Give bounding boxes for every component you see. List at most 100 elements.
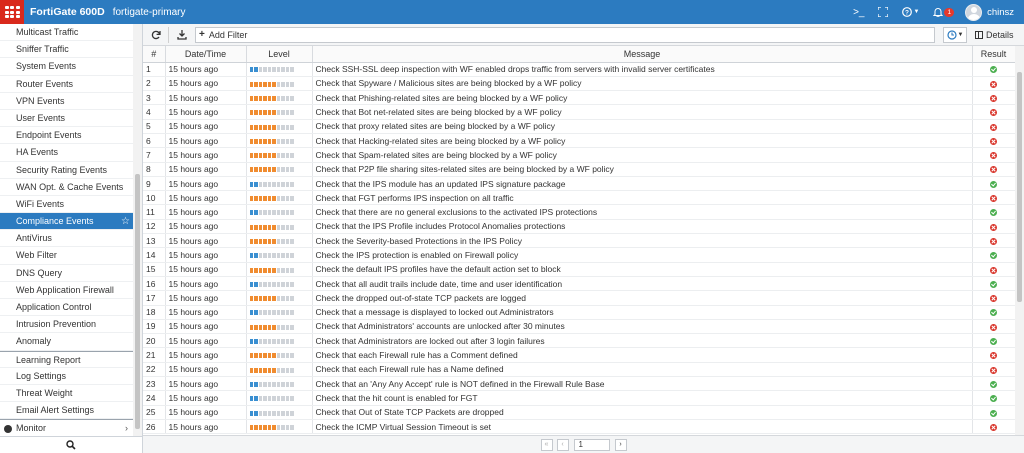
search-icon	[66, 440, 76, 450]
row-level	[246, 376, 313, 392]
table-row[interactable]: 11 15 hours ago Check that there are no ge…	[143, 204, 1015, 220]
row-number: 17	[143, 290, 166, 306]
sidebar-item-sniffer-traffic[interactable]: Sniffer Traffic	[0, 41, 133, 59]
previous-page-button[interactable]: ‹	[556, 438, 569, 451]
sidebar-item-ha-events[interactable]: HA Events	[0, 144, 133, 162]
fullscreen-icon[interactable]	[878, 7, 889, 17]
time-range-dropdown[interactable]: ▼	[943, 26, 967, 43]
table-row[interactable]: 26 15 hours ago Check the ICMP Virtual Ses…	[143, 419, 1015, 435]
download-button[interactable]	[173, 27, 191, 43]
sidebar-item-security-rating-events[interactable]: Security Rating Events	[0, 162, 133, 179]
table-row[interactable]: 24 15 hours ago Check that the hit count i…	[143, 390, 1015, 406]
top-bar: FortiGate 600D fortigate-primary >_ ? ▼ …	[0, 0, 1024, 24]
check-circle-icon	[990, 380, 997, 388]
table-row[interactable]: 25 15 hours ago Check that Out of State TC…	[143, 405, 1015, 420]
severity-level-bar	[249, 281, 294, 287]
table-row[interactable]: 8 15 hours ago Check that P2P file sharing…	[143, 162, 1015, 177]
sidebar-item-learning-report[interactable]: Learning Report	[0, 350, 133, 368]
row-result	[972, 390, 1015, 406]
table-row[interactable]: 17 15 hours ago Check the dropped out-of-s…	[143, 290, 1015, 306]
first-page-button[interactable]: «	[540, 438, 553, 451]
table-row[interactable]: 18 15 hours ago Check that a message is di…	[143, 305, 1015, 320]
sidebar-item-multicast-traffic[interactable]: Multicast Traffic	[0, 24, 133, 42]
row-level	[246, 233, 313, 249]
table-row[interactable]: 1 15 hours ago Check SSH-SSL deep inspecti…	[143, 62, 1015, 77]
column-header-number[interactable]: #	[143, 46, 166, 63]
hostname: fortigate-primary	[112, 6, 186, 18]
page-number-input[interactable]: 1	[573, 438, 610, 451]
row-number: 8	[143, 162, 166, 177]
details-button[interactable]: Details	[975, 27, 1014, 43]
sidebar-item-label: Router Events	[16, 78, 74, 89]
sidebar-item-application-control[interactable]: Application Control	[0, 299, 133, 317]
table-row[interactable]: 7 15 hours ago Check that Spam-related sit…	[143, 147, 1015, 163]
x-circle-icon	[990, 80, 997, 88]
table-row[interactable]: 9 15 hours ago Check that the IPS module h…	[143, 176, 1015, 192]
table-row[interactable]: 20 15 hours ago Check that Administrators …	[143, 333, 1015, 349]
table-row[interactable]: 2 15 hours ago Check that Spyware / Malici…	[143, 76, 1015, 92]
notifications-button[interactable]: 1	[933, 7, 955, 17]
table-row[interactable]: 14 15 hours ago Check the IPS protection i…	[143, 247, 1015, 263]
sidebar-item-label: Learning Report	[16, 354, 81, 365]
column-header-message[interactable]: Message	[312, 46, 973, 63]
sidebar-item-anomaly[interactable]: Anomaly	[0, 333, 133, 351]
table-row[interactable]: 10 15 hours ago Check that FGT performs IP…	[143, 190, 1015, 206]
sidebar-item-log-settings[interactable]: Log Settings	[0, 368, 133, 385]
table-row[interactable]: 21 15 hours ago Check that each Firewall r…	[143, 347, 1015, 363]
table-row[interactable]: 5 15 hours ago Check that proxy related si…	[143, 119, 1015, 134]
next-page-button[interactable]: ›	[614, 438, 627, 451]
favorite-star-icon[interactable]: ☆	[121, 213, 130, 230]
sidebar-item-vpn-events[interactable]: VPN Events	[0, 93, 133, 110]
sidebar-item-threat-weight[interactable]: Threat Weight	[0, 385, 133, 403]
row-number: 1	[143, 62, 166, 77]
table-row[interactable]: 16 15 hours ago Check that all audit trail…	[143, 276, 1015, 292]
table-row[interactable]: 3 15 hours ago Check that Phishing-related…	[143, 90, 1015, 106]
row-datetime: 15 hours ago	[165, 333, 247, 349]
table-row[interactable]: 23 15 hours ago Check that an 'Any Any Acc…	[143, 376, 1015, 392]
user-avatar[interactable]	[965, 3, 983, 21]
sidebar-item-wan-opt-cache-events[interactable]: WAN Opt. & Cache Events	[0, 179, 133, 196]
column-header-result[interactable]: Result	[972, 46, 1015, 63]
sidebar-scrollbar[interactable]	[133, 24, 142, 436]
sidebar-item-monitor[interactable]: Monitor ›	[0, 419, 133, 437]
fortinet-logo-icon[interactable]	[0, 0, 24, 24]
table-row[interactable]: 6 15 hours ago Check that Hacking-related …	[143, 133, 1015, 149]
sidebar-item-label: WAN Opt. & Cache Events	[16, 181, 124, 192]
sidebar-item-label: Log Settings	[16, 370, 67, 381]
table-row[interactable]: 15 15 hours ago Check the default IPS prof…	[143, 262, 1015, 277]
column-header-level[interactable]: Level	[246, 46, 313, 63]
sidebar-item-intrusion-prevention[interactable]: Intrusion Prevention	[0, 316, 133, 334]
table-row[interactable]: 13 15 hours ago Check the Severity-based P…	[143, 233, 1015, 249]
row-datetime: 15 hours ago	[165, 104, 247, 120]
row-level	[246, 176, 313, 192]
sidebar-search-button[interactable]	[0, 436, 142, 453]
sidebar-item-dns-query[interactable]: DNS Query	[0, 265, 133, 282]
sidebar-item-antivirus[interactable]: AntiVirus	[0, 230, 133, 248]
sidebar-item-compliance-events[interactable]: Compliance Events ☆	[0, 213, 133, 231]
table-row[interactable]: 22 15 hours ago Check that each Firewall r…	[143, 362, 1015, 378]
sidebar-item-wifi-events[interactable]: WiFi Events	[0, 196, 133, 214]
sidebar-item-email-alert-settings[interactable]: Email Alert Settings	[0, 402, 133, 420]
table-row[interactable]: 12 15 hours ago Check that the IPS Profile…	[143, 219, 1015, 235]
chevron-down-icon: ▼	[913, 9, 920, 15]
row-result	[972, 419, 1015, 435]
username[interactable]: chinsz	[987, 7, 1014, 18]
refresh-button[interactable]	[147, 27, 165, 43]
table-scrollbar[interactable]	[1015, 46, 1024, 435]
column-header-datetime[interactable]: Date/Time	[165, 46, 247, 63]
sidebar-item-label: User Events	[16, 112, 66, 123]
help-icon[interactable]: ? ▼	[902, 7, 919, 17]
check-circle-icon	[990, 338, 997, 346]
row-datetime: 15 hours ago	[165, 90, 247, 106]
table-row[interactable]: 19 15 hours ago Check that Administrators'…	[143, 319, 1015, 335]
sidebar-item-system-events[interactable]: System Events	[0, 58, 133, 76]
add-filter-input[interactable]: + Add Filter	[195, 26, 935, 43]
sidebar-item-endpoint-events[interactable]: Endpoint Events	[0, 127, 133, 145]
sidebar-item-web-application-firewall[interactable]: Web Application Firewall	[0, 282, 133, 299]
sidebar-item-user-events[interactable]: User Events	[0, 110, 133, 128]
cli-console-icon[interactable]: >_	[853, 7, 864, 18]
sidebar-item-router-events[interactable]: Router Events	[0, 76, 133, 93]
sidebar-item-web-filter[interactable]: Web Filter	[0, 247, 133, 265]
table-row[interactable]: 4 15 hours ago Check that Bot net-related …	[143, 104, 1015, 120]
add-filter-label: Add Filter	[208, 29, 248, 40]
